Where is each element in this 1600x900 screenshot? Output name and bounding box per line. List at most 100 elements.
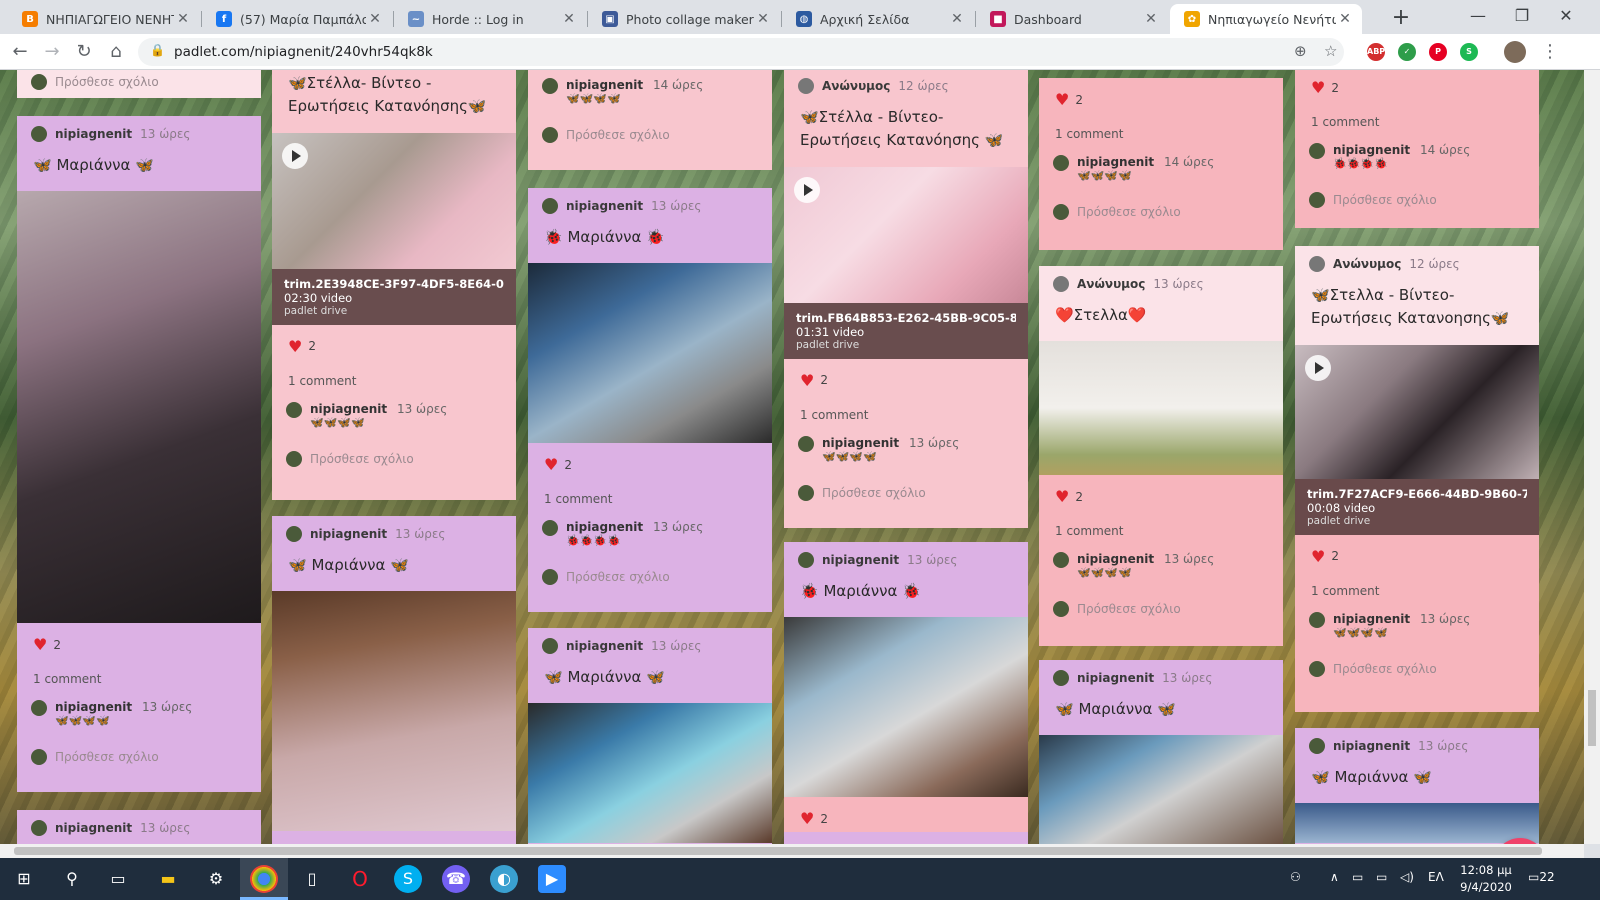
post-video[interactable] (1295, 344, 1539, 479)
add-comment[interactable]: Πρόσθεσε σχόλιο (1295, 170, 1539, 222)
browser-tab[interactable]: f (57) Μαρία Παμπάλου ✕ (202, 4, 392, 34)
close-tab-icon[interactable]: ✕ (948, 11, 966, 27)
post-card[interactable]: nipiagnenit 13 ώρες (17, 810, 261, 844)
pinterest-icon[interactable]: P (1429, 43, 1447, 61)
video-info[interactable]: trim.2E3948CE-3F97-4DF5-8E64-08EC... 02:… (272, 268, 516, 325)
close-tab-icon[interactable]: ✕ (1142, 11, 1160, 27)
horizontal-scrollbar[interactable] (0, 844, 1584, 858)
comment-count[interactable]: 1 comment (528, 478, 772, 508)
like-button[interactable]: ♥ 2 (17, 623, 261, 658)
close-window-icon[interactable]: ✕ (1544, 0, 1588, 34)
add-comment[interactable]: Πρόσθεσε σχόλιο (784, 463, 1028, 515)
comment-count[interactable]: 1 comment (1039, 510, 1283, 540)
video-info[interactable]: trim.7F27ACF9-E666-44BD-9B60-72A... 00:0… (1295, 478, 1539, 535)
close-tab-icon[interactable]: ✕ (1336, 11, 1354, 27)
like-button[interactable]: ♥ 2 (784, 797, 1028, 833)
task-view-icon[interactable]: ▭ (104, 865, 132, 893)
home-icon[interactable]: ⌂ (104, 40, 128, 64)
browser-tab[interactable]: ▣ Photo collage maker - o ✕ (588, 4, 780, 34)
add-comment[interactable]: Πρόσθεσε σχόλιο (1039, 182, 1283, 234)
like-button[interactable]: ♥ 2 (784, 359, 1028, 394)
zoom-icon[interactable]: ▶ (538, 865, 566, 893)
reload-icon[interactable]: ↻ (72, 40, 96, 64)
post-image[interactable] (1039, 735, 1283, 844)
browser-icon[interactable]: ◐ (490, 865, 518, 893)
add-site-icon[interactable]: ⊕ (1294, 42, 1307, 60)
browser-tab-active[interactable]: ✿ Νηπιαγωγείο Νενήτων ✕ (1170, 4, 1362, 34)
play-icon[interactable] (794, 176, 820, 203)
post-card[interactable]: nipiagnenit 13 ώρες 🦋 Μαριάννα 🦋 (1295, 728, 1539, 844)
video-info[interactable]: trim.FB64B853-E262-45BB-9C05-8D8... 01:3… (784, 302, 1028, 359)
like-button[interactable]: ♥ 2 (528, 443, 772, 478)
volume-icon[interactable]: ◁) (1400, 870, 1414, 884)
close-tab-icon[interactable]: ✕ (366, 11, 384, 27)
post-video[interactable] (272, 132, 516, 269)
vertical-scrollbar[interactable] (1584, 70, 1600, 844)
post-image[interactable] (784, 617, 1028, 798)
add-comment[interactable]: Πρόσθεσε σχόλιο (1295, 639, 1539, 691)
browser-tab[interactable]: ◍ Αρχική Σελίδα ✕ (782, 4, 974, 34)
minimize-icon[interactable]: — (1456, 0, 1500, 34)
add-comment[interactable]: Πρόσθεσε σχόλιο (528, 105, 772, 157)
like-button[interactable]: ♥ 2 (1295, 535, 1539, 570)
avatar[interactable] (1504, 41, 1526, 63)
extension-check-icon[interactable]: ✓ (1398, 43, 1416, 61)
skype-icon[interactable]: S (394, 865, 422, 893)
search-icon[interactable]: ⚲ (58, 865, 86, 893)
notifications-icon[interactable]: ▭22 (1528, 870, 1555, 884)
post-card[interactable]: ♥ 2 1 comment nipiagnenit 14 ώρες 🦋🦋🦋🦋 Π… (1039, 78, 1283, 250)
play-icon[interactable] (1305, 354, 1331, 381)
bookmark-star-icon[interactable]: ☆ (1324, 42, 1337, 60)
restore-icon[interactable]: ❐ (1500, 0, 1544, 34)
post-video[interactable] (784, 166, 1028, 303)
close-tab-icon[interactable]: ✕ (754, 11, 772, 27)
comment-count[interactable]: 1 comment (1039, 113, 1283, 143)
post-card[interactable]: nipiagnenit 13 ώρες 🦋 Μαριάννα 🦋 ♥ 2 1 c… (17, 116, 261, 792)
chrome-icon[interactable] (250, 865, 278, 893)
post-card[interactable]: nipiagnenit 13 ώρες 🐞 Μαριάννα 🐞 ♥ 2 1 c… (528, 188, 772, 612)
like-button[interactable]: ♥ 2 (272, 325, 516, 360)
extension-s-icon[interactable]: S (1460, 43, 1478, 61)
post-card[interactable]: nipiagnenit 13 ώρες 🦋 Μαριάννα 🦋 (272, 516, 516, 844)
comment-count[interactable]: 1 comment (272, 360, 516, 390)
play-icon[interactable] (282, 142, 308, 169)
language-indicator[interactable]: ΕΛ (1428, 870, 1444, 884)
like-button[interactable]: ♥ 2 (1039, 475, 1283, 510)
post-card[interactable]: ♥ 2 1 comment nipiagnenit 14 ώρες 🐞🐞🐞🐞 Π… (1295, 70, 1539, 228)
file-explorer-icon[interactable]: ▬ (154, 865, 182, 893)
windows-start-icon[interactable]: ⊞ (10, 865, 38, 893)
new-tab-button[interactable]: + (1388, 6, 1414, 32)
comment-count[interactable]: 1 comment (1295, 570, 1539, 600)
post-card[interactable]: nipiagnenit 14 ώρες 🦋🦋🦋🦋 Πρόσθεσε σχόλιο (528, 70, 772, 170)
comment-count[interactable]: 1 comment (17, 658, 261, 688)
address-bar[interactable]: 🔒 padlet.com/nipiagnenit/240vhr54qk8k ⊕ … (138, 38, 1344, 66)
battery-icon[interactable]: ▭ (1376, 870, 1387, 884)
network-icon[interactable]: ▭ (1352, 870, 1363, 884)
chevron-up-icon[interactable]: ∧ (1330, 870, 1339, 884)
post-image[interactable] (528, 703, 772, 844)
browser-tab[interactable]: ■ Dashboard ✕ (976, 4, 1168, 34)
add-comment[interactable]: Πρόσθεσε σχόλιο (528, 547, 772, 599)
url-text[interactable]: padlet.com/nipiagnenit/240vhr54qk8k (174, 44, 433, 60)
viber-icon[interactable]: ☎ (442, 865, 470, 893)
browser-tab[interactable]: ~ Horde :: Log in ✕ (394, 4, 586, 34)
post-card[interactable]: Ανώνυμος 12 ώρες 🦋Στέλλα - Βίντεο- Ερωτή… (784, 70, 1028, 528)
post-card[interactable]: nipiagnenit 13 ώρες 🦋 Μαριάννα 🦋 (1039, 660, 1283, 844)
close-tab-icon[interactable]: ✕ (560, 11, 578, 27)
comment-count[interactable]: 1 comment (784, 394, 1028, 424)
system-clock[interactable]: 12:08 μμ 9/4/2020 (1452, 862, 1520, 896)
post-image[interactable] (1039, 341, 1283, 476)
add-comment[interactable]: Πρόσθεσε σχόλιο (17, 727, 261, 779)
post-image[interactable] (17, 191, 261, 624)
post-image[interactable] (272, 591, 516, 832)
post-card[interactable]: nipiagnenit 13 ώρες 🐞 Μαριάννα 🐞 ♥ 2 (784, 542, 1028, 844)
add-comment[interactable]: Πρόσθεσε σχόλιο (272, 429, 516, 481)
add-comment[interactable]: Πρόσθεσε σχόλιο (17, 70, 261, 98)
close-tab-icon[interactable]: ✕ (174, 11, 192, 27)
document-icon[interactable]: ▯ (298, 865, 326, 893)
post-image[interactable] (528, 263, 772, 444)
adblock-icon[interactable]: ABP (1367, 43, 1385, 61)
comment-count[interactable]: 1 comment (1295, 101, 1539, 131)
post-image[interactable] (1295, 803, 1539, 844)
like-button[interactable]: ♥ 2 (1039, 78, 1283, 113)
